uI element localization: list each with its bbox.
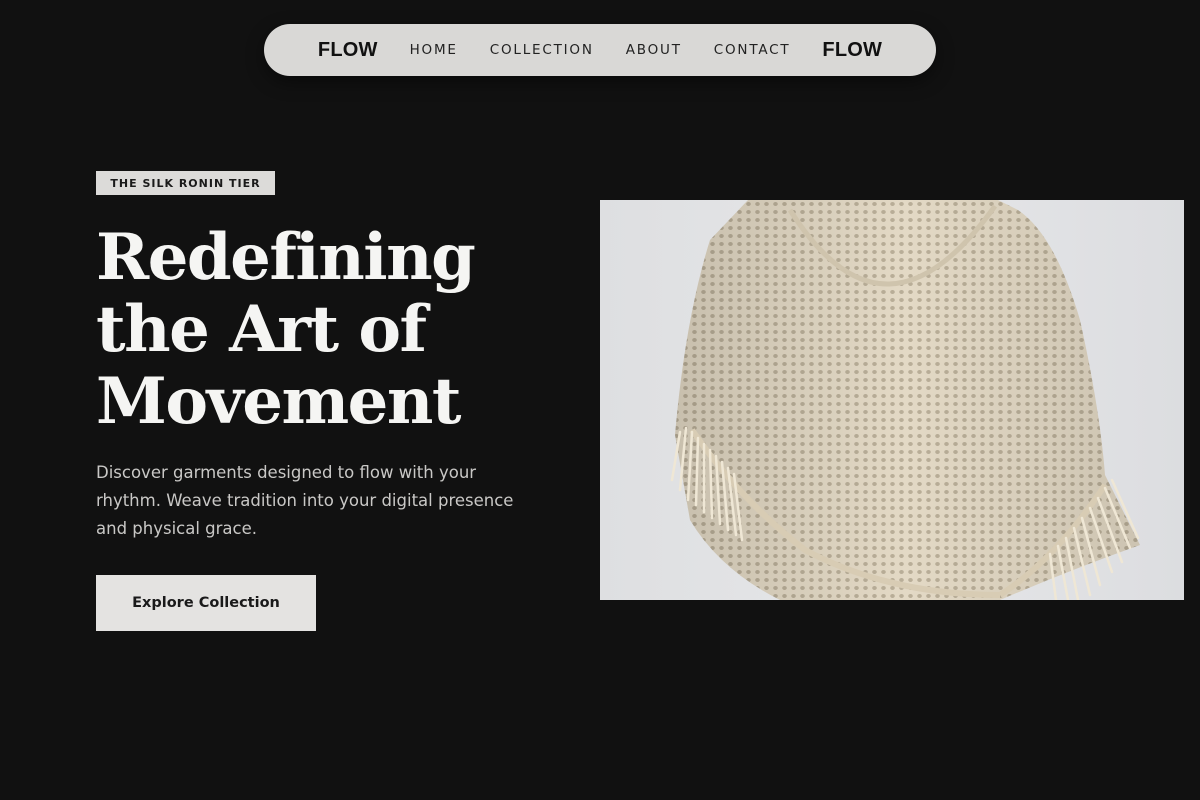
hero-product-image [600, 200, 1184, 600]
hero-headline: Redefining the Art of Movement [96, 222, 576, 438]
nav-link-contact[interactable]: CONTACT [714, 42, 791, 58]
top-nav: FLOW HOME COLLECTION ABOUT CONTACT FLOW [264, 24, 936, 76]
explore-collection-button[interactable]: Explore Collection [96, 575, 316, 631]
knit-poncho-illustration [670, 200, 1140, 600]
headline-line-1: Redefining [96, 220, 476, 295]
headline-line-3: Movement [96, 364, 461, 439]
nav-link-home[interactable]: HOME [410, 42, 458, 58]
nav-link-about[interactable]: ABOUT [626, 42, 682, 58]
nav-link-collection[interactable]: COLLECTION [490, 42, 594, 58]
nav-links: HOME COLLECTION ABOUT CONTACT [410, 42, 791, 58]
tier-badge: THE SILK RONIN TIER [96, 171, 275, 195]
logo-right[interactable]: FLOW [822, 39, 882, 62]
hero-description: Discover garments designed to flow with … [96, 463, 514, 538]
logo-left[interactable]: FLOW [318, 39, 378, 62]
headline-line-2: the Art of [96, 292, 427, 367]
